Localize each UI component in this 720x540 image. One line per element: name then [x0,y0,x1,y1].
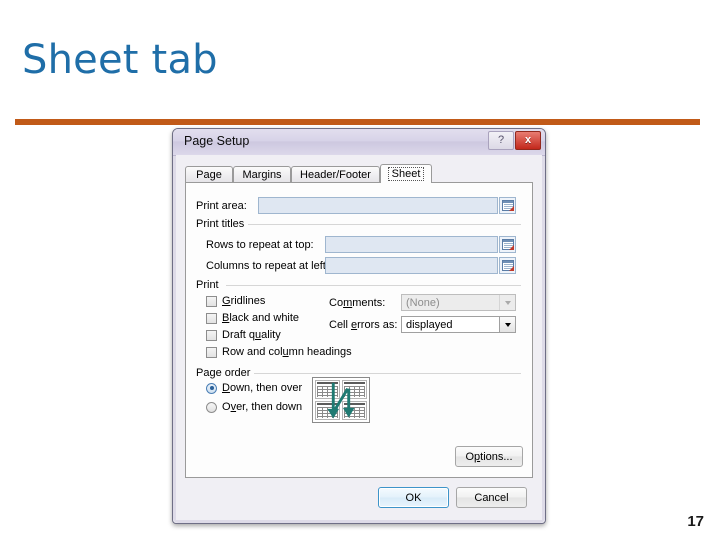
radio-over-then-down-label: Over, then down [222,401,303,413]
slide: Sheet tab Page Setup ? x Page Margins He… [0,0,720,540]
tab-margins[interactable]: Margins [233,166,291,183]
checkbox-gridlines-label: Gridlines [222,295,266,307]
checkbox-gridlines[interactable]: Gridlines [206,295,265,307]
print-titles-group-line [248,224,521,225]
checkbox-icon[interactable] [206,312,217,324]
cols-repeat-collapse-dialog-icon[interactable] [499,257,516,274]
radio-over-then-down[interactable]: Over, then down [206,401,302,413]
cell-errors-value: displayed [406,318,453,331]
print-group-label: Print [196,279,223,291]
ok-button[interactable]: OK [378,487,449,508]
rows-repeat-collapse-dialog-icon[interactable] [499,236,516,253]
checkbox-draft-quality-label: Draft quality [222,329,281,341]
cancel-button[interactable]: Cancel [456,487,527,508]
spreadsheet-arrow-icon [501,200,514,211]
dialog-title: Page Setup [184,134,250,148]
checkbox-black-and-white-label: Black and white [222,312,300,324]
window-buttons: ? x [488,131,541,150]
cell-errors-row: Cell errors as: displayed [329,316,516,333]
comments-row: Comments: (None) [329,294,516,311]
checkbox-row-column-headings[interactable]: Row and column headings [206,346,352,358]
tab-page[interactable]: Page [185,166,233,183]
page-order-arrows-icon [327,382,355,419]
sheet-tab-panel: Print area: Print titles Rows to repeat … [185,182,533,478]
help-icon[interactable]: ? [488,131,514,150]
print-group-line [226,285,521,286]
checkbox-icon[interactable] [206,329,217,341]
page-title: Sheet tab [22,37,218,83]
rows-repeat-label: Rows to repeat at top: [206,238,314,251]
spreadsheet-arrow-icon [501,260,514,271]
close-icon[interactable]: x [515,131,541,150]
checkbox-black-and-white[interactable]: Black and white [206,312,299,324]
page-order-group-label: Page order [196,367,255,379]
dialog-titlebar[interactable]: Page Setup ? x [173,129,545,156]
tab-sheet-label: Sheet [387,167,425,181]
cols-repeat-label: Columns to repeat at left: [206,259,329,272]
print-titles-group-label: Print titles [196,218,249,230]
spreadsheet-arrow-icon [501,239,514,250]
page-order-preview [312,377,370,423]
page-setup-dialog: Page Setup ? x Page Margins Header/Foote… [172,128,546,524]
cell-errors-dropdown[interactable]: displayed [401,316,516,333]
title-divider [15,119,700,125]
chevron-down-icon[interactable] [499,317,515,332]
radio-icon[interactable] [206,382,217,394]
page-order-group-line [252,373,521,374]
checkbox-draft-quality[interactable]: Draft quality [206,329,281,341]
dialog-footer: OK Cancel [185,484,533,512]
tab-header-footer-label: Header/Footer [300,169,371,181]
tab-page-label: Page [196,169,222,181]
comments-label: Comments: [329,296,386,309]
comments-dropdown[interactable]: (None) [401,294,516,311]
print-area-input[interactable] [258,197,498,214]
options-button[interactable]: Options... [455,446,523,467]
print-area-collapse-dialog-icon[interactable] [499,197,516,214]
chevron-down-icon[interactable] [499,295,515,310]
tab-header-footer[interactable]: Header/Footer [291,166,380,183]
options-button-label: Options... [465,450,513,463]
rows-repeat-row: Rows to repeat at top: [206,236,516,253]
checkbox-icon[interactable] [206,295,217,307]
cell-errors-label: Cell errors as: [329,318,398,331]
tab-sheet[interactable]: Sheet [380,164,432,183]
cols-repeat-input[interactable] [325,257,498,274]
radio-down-then-over[interactable]: Down, then over [206,382,302,394]
checkbox-row-column-headings-label: Row and column headings [222,346,352,358]
tab-margins-label: Margins [242,169,282,181]
print-area-row: Print area: [196,197,516,214]
checkbox-icon[interactable] [206,346,217,358]
comments-value: (None) [406,296,440,309]
cols-repeat-row: Columns to repeat at left: [206,257,516,274]
radio-down-then-over-label: Down, then over [222,382,303,394]
radio-icon[interactable] [206,401,217,413]
dialog-body: Page Margins Header/Footer Sheet Print a… [176,155,542,520]
tab-strip: Page Margins Header/Footer Sheet [185,164,533,183]
print-area-label: Print area: [196,199,247,212]
slide-number: 17 [687,513,704,530]
rows-repeat-input[interactable] [325,236,498,253]
